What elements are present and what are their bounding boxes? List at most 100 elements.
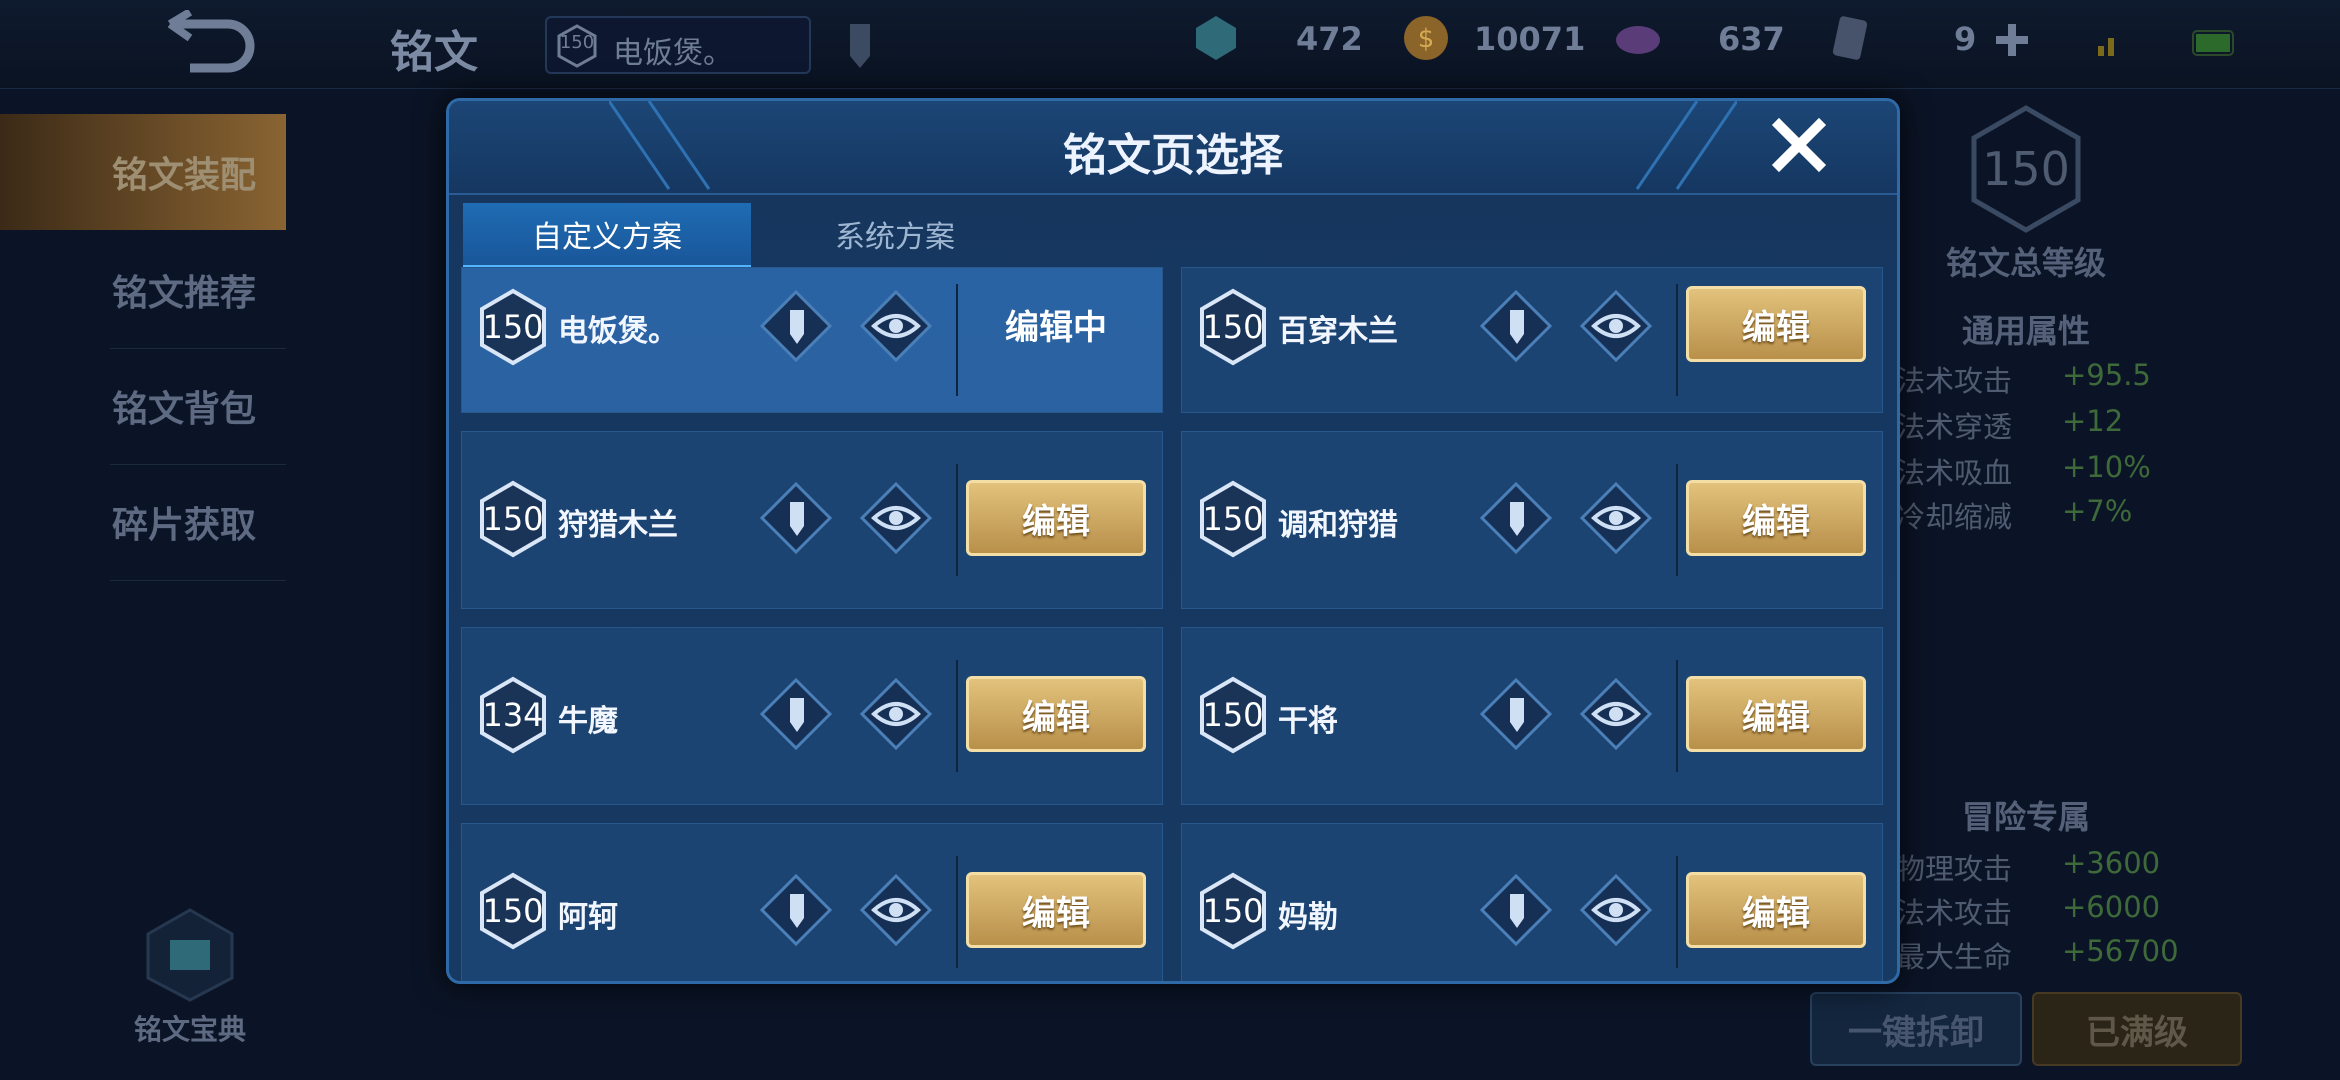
attr-value: +6000 bbox=[2062, 890, 2161, 924]
attr-label: 法术穿透 bbox=[1896, 410, 2013, 444]
editing-status: 编辑中 bbox=[1005, 307, 1107, 348]
page-name: 阿轲 bbox=[558, 900, 618, 935]
page-card[interactable]: 150 电饭煲。 编辑中 bbox=[461, 267, 1163, 413]
page-title: 铭文 bbox=[390, 27, 478, 78]
page-level: 134 bbox=[482, 696, 544, 734]
attr-value: +7% bbox=[2062, 494, 2133, 528]
divider bbox=[956, 464, 958, 576]
divider bbox=[1676, 284, 1678, 396]
attr-label: 最大生命 bbox=[1896, 940, 2013, 974]
page-card[interactable]: 150 妈勒 编辑 bbox=[1181, 823, 1883, 981]
edit-button[interactable]: 编辑 bbox=[1686, 480, 1866, 556]
page-card[interactable]: 134 牛魔 编辑 bbox=[461, 627, 1163, 805]
divider bbox=[1676, 464, 1678, 576]
edit-button[interactable]: 编辑 bbox=[1686, 286, 1866, 362]
edit-button[interactable]: 编辑 bbox=[966, 872, 1146, 948]
page-card[interactable]: 150 百穿木兰 编辑 bbox=[1181, 267, 1883, 413]
crystal-icon bbox=[1616, 26, 1660, 54]
gold-coin-icon: $ bbox=[1404, 16, 1448, 60]
back-icon[interactable] bbox=[150, 10, 260, 80]
page-level: 150 bbox=[1202, 500, 1264, 538]
maxed-button[interactable]: 已满级 bbox=[2032, 992, 2242, 1066]
total-level-label: 铭文总等级 bbox=[1945, 244, 2106, 282]
page-card[interactable]: 150 阿轲 编辑 bbox=[461, 823, 1163, 981]
general-attributes-title: 通用属性 bbox=[1961, 312, 2090, 350]
total-level-value: 150 bbox=[1982, 142, 2070, 196]
divider bbox=[956, 284, 958, 396]
eye-icon[interactable] bbox=[860, 290, 932, 362]
page-name: 狩猎木兰 bbox=[558, 508, 678, 543]
edit-button[interactable]: 编辑 bbox=[1686, 676, 1866, 752]
page-name: 电饭煲。 bbox=[558, 314, 678, 349]
pencil-icon[interactable] bbox=[760, 874, 832, 946]
pencil-icon[interactable] bbox=[760, 290, 832, 362]
page-name: 干将 bbox=[1278, 704, 1338, 739]
eye-icon[interactable] bbox=[1580, 290, 1652, 362]
pencil-icon[interactable] bbox=[840, 16, 880, 72]
gem-icon bbox=[1196, 16, 1236, 60]
edit-button[interactable]: 编辑 bbox=[966, 480, 1146, 556]
current-page-level: 150 bbox=[559, 32, 595, 53]
eye-icon[interactable] bbox=[860, 874, 932, 946]
codex-label: 铭文宝典 bbox=[133, 1013, 246, 1046]
edit-button[interactable]: 编辑 bbox=[966, 676, 1146, 752]
pencil-icon[interactable] bbox=[1480, 482, 1552, 554]
attr-label: 法术吸血 bbox=[1896, 456, 2013, 490]
edit-button[interactable]: 编辑 bbox=[1686, 872, 1866, 948]
page-name: 调和狩猎 bbox=[1278, 508, 1398, 543]
page-card[interactable]: 150 干将 编辑 bbox=[1181, 627, 1883, 805]
divider bbox=[956, 660, 958, 772]
attr-label: 法术攻击 bbox=[1896, 896, 2013, 930]
sidebar-item-inscription-bag[interactable]: 铭文背包 bbox=[0, 348, 286, 464]
page-name: 妈勒 bbox=[1278, 900, 1338, 935]
page-level: 150 bbox=[1202, 696, 1264, 734]
current-page-selector[interactable]: 150 电饭煲。 bbox=[545, 16, 811, 74]
page-level: 150 bbox=[1202, 308, 1264, 346]
page-level: 150 bbox=[482, 308, 544, 346]
add-icon[interactable] bbox=[1992, 20, 2032, 60]
top-bar bbox=[0, 0, 2340, 89]
close-icon[interactable] bbox=[1769, 115, 1829, 175]
divider bbox=[956, 856, 958, 968]
unequip-all-button[interactable]: 一键拆卸 bbox=[1810, 992, 2022, 1066]
current-page-name: 电饭煲。 bbox=[613, 36, 733, 71]
gem-count: 472 bbox=[1296, 20, 1363, 58]
page-name: 百穿木兰 bbox=[1278, 314, 1398, 349]
eye-icon[interactable] bbox=[1580, 482, 1652, 554]
attr-value: +95.5 bbox=[2062, 358, 2151, 392]
attr-label: 法术攻击 bbox=[1896, 364, 2013, 398]
eye-icon[interactable] bbox=[860, 482, 932, 554]
codex-icon[interactable] bbox=[142, 906, 238, 1002]
page-level: 150 bbox=[482, 500, 544, 538]
divider bbox=[1676, 660, 1678, 772]
pencil-icon[interactable] bbox=[1480, 290, 1552, 362]
crystal-count: 637 bbox=[1718, 20, 1785, 58]
eye-icon[interactable] bbox=[860, 678, 932, 750]
attr-value: +3600 bbox=[2062, 846, 2161, 880]
tab-system-plan[interactable]: 系统方案 bbox=[751, 203, 1039, 265]
card-count: 9 bbox=[1954, 20, 1977, 58]
attr-label: 物理攻击 bbox=[1896, 852, 2013, 886]
pencil-icon[interactable] bbox=[1480, 874, 1552, 946]
sidebar-item-inscription-equip[interactable]: 铭文装配 bbox=[0, 114, 286, 230]
sidebar-item-fragment-obtain[interactable]: 碎片获取 bbox=[0, 464, 286, 580]
eye-icon[interactable] bbox=[1580, 678, 1652, 750]
pencil-icon[interactable] bbox=[760, 482, 832, 554]
dialog-title: 铭文页选择 bbox=[1063, 130, 1283, 181]
inscription-page-select-dialog: 铭文页选择 自定义方案 系统方案 150 电饭煲。 编辑中 150 百穿木兰 编… bbox=[446, 98, 1900, 984]
pencil-icon[interactable] bbox=[760, 678, 832, 750]
page-card[interactable]: 150 狩猎木兰 编辑 bbox=[461, 431, 1163, 609]
sidebar-item-inscription-recommend[interactable]: 铭文推荐 bbox=[0, 232, 286, 348]
battery-icon bbox=[2192, 30, 2234, 56]
pencil-icon[interactable] bbox=[1480, 678, 1552, 750]
page-name: 牛魔 bbox=[558, 704, 618, 739]
page-card[interactable]: 150 调和狩猎 编辑 bbox=[1181, 431, 1883, 609]
eye-icon[interactable] bbox=[1580, 874, 1652, 946]
tab-custom-plan[interactable]: 自定义方案 bbox=[463, 203, 751, 268]
svg-text:$: $ bbox=[1418, 24, 1435, 54]
adventure-attributes-title: 冒险专属 bbox=[1961, 798, 2090, 836]
divider bbox=[1676, 856, 1678, 968]
attr-value: +12 bbox=[2062, 404, 2124, 438]
divider bbox=[110, 580, 286, 581]
attr-value: +56700 bbox=[2062, 934, 2179, 968]
